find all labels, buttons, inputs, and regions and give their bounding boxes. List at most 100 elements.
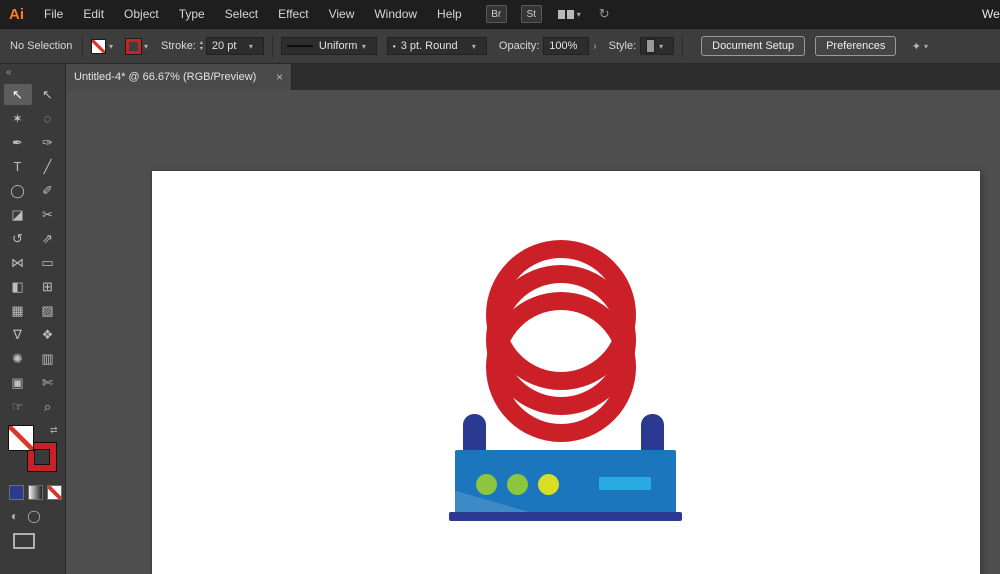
width-profile-preview [286,45,313,47]
style-label: Style: [608,40,637,52]
menu-item-object[interactable]: Object [114,0,169,28]
ellipse-tool[interactable]: ◯ [4,180,32,201]
router-light-green-2[interactable] [507,474,528,495]
style-dropdown-icon[interactable]: ▾ [659,42,663,51]
eraser-tool[interactable]: ◪ [4,204,32,225]
drawing-mode-icon[interactable]: ◐ [11,509,18,523]
opacity-chevron-icon[interactable]: › [593,41,596,52]
preferences-button[interactable]: Preferences [815,36,897,56]
tools-grid: ↖ ↖ ✶ ◌ ✒ ✑ T ╱ ◯ ✐ ◪ ✂ ↺ ⇗ ⋈ ▭ ◧ ⊞ ▦ ▨ ∇ ❖ ✺ ▥ ▣ ✄ ☞ ⌕ [0,84,65,417]
menu-item-help[interactable]: Help [427,0,472,28]
stroke-weight-field[interactable]: 20 pt ▾ [205,37,264,55]
document-setup-button[interactable]: Document Setup [701,36,806,56]
fill-dropdown-icon[interactable]: ▾ [109,42,113,51]
stroke-weight-value: 20 pt [211,40,237,52]
menu-item-file[interactable]: File [34,0,73,28]
control-bar: No Selection ▾ ▾ Stroke: ▴ ▾ 20 pt ▾ Unif… [0,28,1000,64]
canvas-area[interactable] [66,90,1000,574]
menubar: Ai File Edit Object Type Select Effect View Win… [0,0,1000,28]
opacity-field[interactable]: 100% [543,37,590,55]
selection-status: No Selection [10,40,73,52]
stroke-weight-dropdown-icon[interactable]: ▾ [249,42,253,51]
stock-button[interactable]: St [520,5,542,23]
paintbrush-tool[interactable]: ✐ [34,180,62,201]
menu-item-edit[interactable]: Edit [73,0,114,28]
brush-definition-dropdown[interactable]: • 3 pt. Round ▾ [386,37,487,55]
menu-item-select[interactable]: Select [215,0,268,28]
select-similar-dropdown-icon[interactable]: ▾ [924,42,928,51]
menu-item-type[interactable]: Type [169,0,215,28]
curvature-tool[interactable]: ✑ [34,132,62,153]
hand-tool[interactable]: ☞ [4,396,32,417]
paint-buttons [9,485,65,500]
fill-color-swatch[interactable] [91,38,106,54]
pen-tool[interactable]: ✒ [4,132,32,153]
line-segment-tool[interactable]: ╱ [34,156,62,177]
eyedropper-tool[interactable]: ∇ [4,324,32,345]
zoom-tool[interactable]: ⌕ [34,396,62,417]
menu-item-window[interactable]: Window [364,0,427,28]
document-tab-title: Untitled-4* @ 66.67% (RGB/Preview) [74,71,257,83]
artboard[interactable] [152,171,980,574]
gradient-button[interactable] [28,485,43,500]
router-base[interactable] [449,512,682,521]
arrange-documents-icon[interactable] [557,9,574,19]
column-graph-tool[interactable]: ▥ [34,348,62,369]
stroke-dropdown-icon[interactable]: ▾ [144,42,148,51]
divider [82,35,83,57]
divider [682,35,684,57]
menu-items: File Edit Object Type Select Effect View Window… [34,0,472,28]
router-light-yellow[interactable] [538,474,559,495]
scale-tool[interactable]: ⇗ [34,228,62,249]
router-light-green-1[interactable] [476,474,497,495]
artboard-tool[interactable]: ▣ [4,372,32,393]
bridge-button[interactable]: Br [485,5,507,23]
router-port-panel[interactable] [599,477,651,490]
symbol-sprayer-tool[interactable]: ✺ [4,348,32,369]
magic-wand-tool[interactable]: ✶ [4,108,32,129]
style-swatch [646,39,656,53]
gradient-tool[interactable]: ▨ [34,300,62,321]
tab-close-icon[interactable]: × [276,70,283,84]
brush-preview-dot: • [392,41,396,51]
blend-tool[interactable]: ❖ [34,324,62,345]
drawing-modes: ◐ ◯ [11,509,65,523]
perspective-grid-tool[interactable]: ⊞ [34,276,62,297]
arrange-documents-dropdown-icon[interactable]: ▾ [577,10,581,19]
slice-tool[interactable]: ✄ [34,372,62,393]
screen-mode-icon[interactable]: ◯ [27,509,40,523]
color-button[interactable] [9,485,24,500]
type-tool[interactable]: T [4,156,32,177]
document-tab[interactable]: Untitled-4* @ 66.67% (RGB/Preview) × [66,64,292,90]
rotate-tool[interactable]: ↺ [4,228,32,249]
collapse-tools-icon[interactable]: « [0,64,65,80]
select-similar-icon[interactable]: ✦ [912,40,921,53]
shape-builder-tool[interactable]: ◧ [4,276,32,297]
selection-tool[interactable]: ↖ [3,84,32,105]
coil-ring-bottom[interactable] [486,292,636,442]
stroke-weight-stepper[interactable]: ▴ ▾ [200,40,203,52]
opacity-label: Opacity: [498,40,540,52]
menu-item-view[interactable]: View [319,0,365,28]
menu-item-effect[interactable]: Effect [268,0,318,28]
opacity-value: 100% [549,40,578,52]
divider [271,35,273,57]
mesh-tool[interactable]: ▦ [4,300,32,321]
lasso-tool[interactable]: ◌ [34,108,62,129]
swap-fill-stroke-icon[interactable]: ⇄ [50,425,58,436]
width-profile-dropdown[interactable]: Uniform ▾ [280,37,377,55]
brush-dropdown-icon[interactable]: ▾ [472,42,476,51]
scissors-tool[interactable]: ✂ [34,204,62,225]
stroke-color-swatch[interactable] [126,38,142,54]
style-dropdown[interactable]: ▾ [640,37,675,55]
toolbar-fill-swatch[interactable] [8,425,34,451]
direct-selection-tool[interactable]: ↖ [34,84,62,105]
change-screen-mode-icon[interactable] [13,533,35,549]
workspace-label[interactable]: We [982,7,1000,21]
publish-icon[interactable]: ↻ [599,6,610,22]
free-transform-tool[interactable]: ▭ [34,252,62,273]
width-profile-value: Uniform [318,40,358,52]
width-profile-dropdown-icon[interactable]: ▾ [362,42,366,51]
none-button[interactable] [47,485,62,500]
width-tool[interactable]: ⋈ [4,252,32,273]
